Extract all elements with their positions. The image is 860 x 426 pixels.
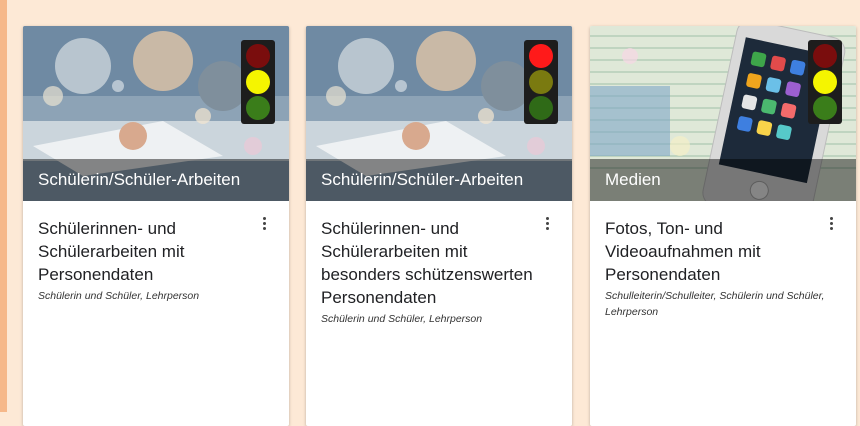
card-title[interactable]: Fotos, Ton- und Videoaufnahmen mit Perso…	[605, 217, 825, 286]
more-vert-icon[interactable]	[830, 217, 834, 233]
card-caption: Schülerin/Schüler-Arbeiten	[23, 159, 289, 201]
traffic-light-icon	[524, 40, 558, 124]
card-student-work-sensitive[interactable]: Schülerin/Schüler-Arbeiten Schülerinnen-…	[306, 26, 572, 426]
traffic-light-yellow-lamp	[246, 70, 270, 94]
traffic-light-icon	[241, 40, 275, 124]
card-subtitle: Schülerin und Schüler, Lehrperson	[321, 313, 483, 325]
card-student-work[interactable]: Schülerin/Schüler-Arbeiten Schülerinnen-…	[23, 26, 289, 426]
traffic-light-red-lamp	[813, 44, 837, 68]
traffic-light-green-lamp	[246, 96, 270, 120]
card-title[interactable]: Schülerinnen- und Schülerarbeiten mit Pe…	[38, 217, 258, 286]
traffic-light-green-lamp	[529, 96, 553, 120]
traffic-light-red-lamp	[246, 44, 270, 68]
more-vert-icon[interactable]	[546, 217, 550, 233]
traffic-light-yellow-lamp	[529, 70, 553, 94]
card-image: Medien	[590, 26, 856, 201]
card-image: Schülerin/Schüler-Arbeiten	[23, 26, 289, 201]
card-media[interactable]: Medien Fotos, Ton- und Videoaufnahmen mi…	[590, 26, 856, 426]
card-caption: Schülerin/Schüler-Arbeiten	[306, 159, 572, 201]
page-accent-edge	[0, 0, 7, 412]
card-caption: Medien	[590, 159, 856, 201]
more-vert-icon[interactable]	[263, 217, 267, 233]
card-subtitle: Schulleiterin/Schulleiter, Schülerin und…	[605, 290, 825, 318]
card-title[interactable]: Schülerinnen- und Schülerarbeiten mit be…	[321, 217, 541, 309]
card-subtitle: Schülerin und Schüler, Lehrperson	[38, 290, 200, 302]
card-image: Schülerin/Schüler-Arbeiten	[306, 26, 572, 201]
traffic-light-yellow-lamp	[813, 70, 837, 94]
traffic-light-red-lamp	[529, 44, 553, 68]
traffic-light-icon	[808, 40, 842, 124]
traffic-light-green-lamp	[813, 96, 837, 120]
